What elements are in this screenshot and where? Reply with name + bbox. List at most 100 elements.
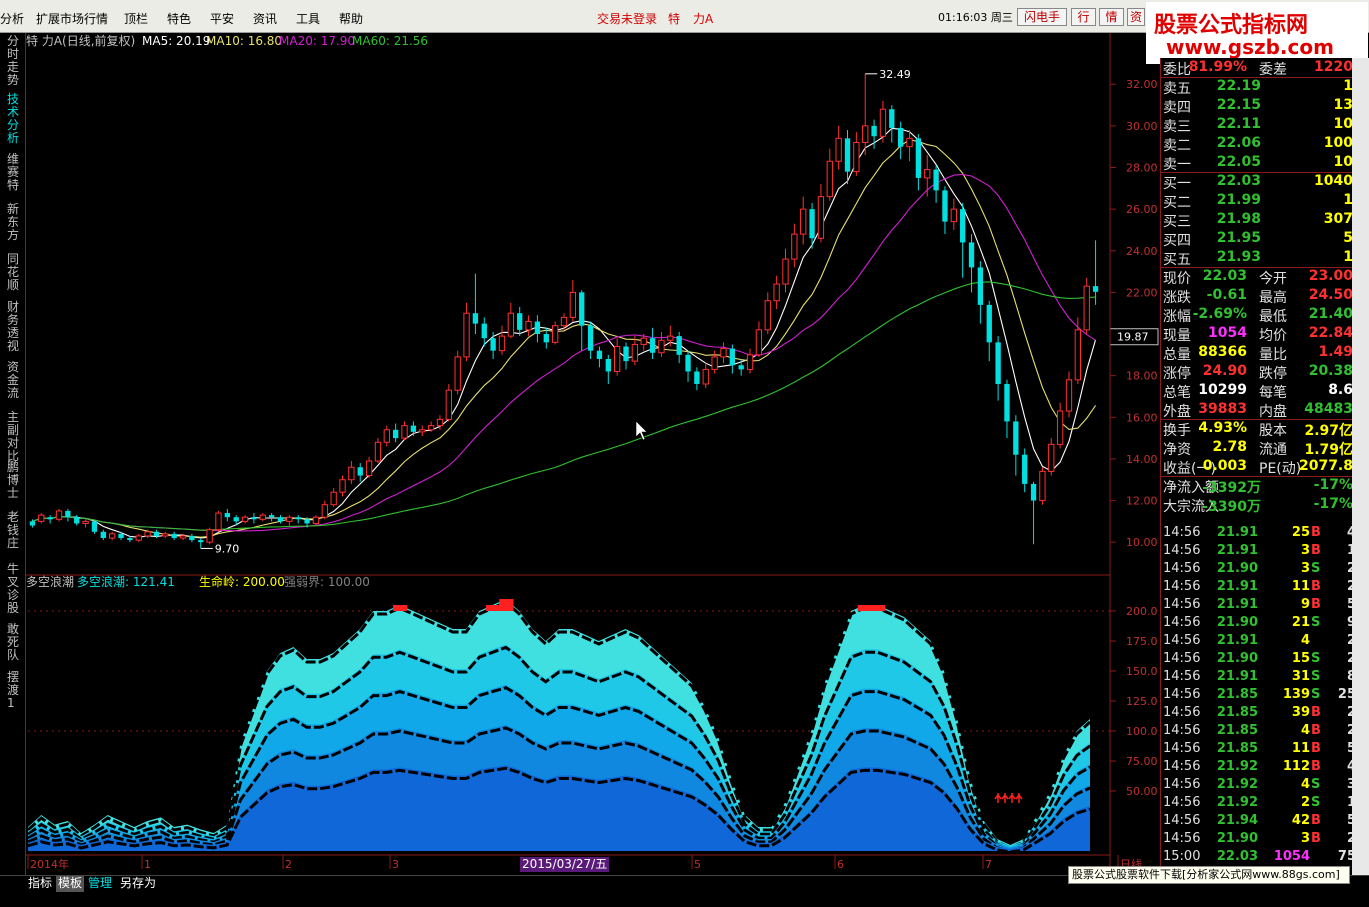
tick-side: B <box>1311 813 1321 828</box>
footer-ad[interactable]: 股票公式股票软件下载[分析家公式网www.88gs.com] <box>1068 866 1350 884</box>
quote-button[interactable]: 行 <box>1071 8 1096 26</box>
side-tab[interactable]: 财务透视 <box>7 301 23 353</box>
candle-body <box>153 531 160 536</box>
cursor-date-label: 2015/03/27/五 <box>520 857 610 872</box>
side-tab[interactable]: 资金流 <box>7 361 23 400</box>
side-tab[interactable]: 敢死队 <box>7 623 23 662</box>
menu-help[interactable]: 帮助 <box>339 10 363 27</box>
wave-peak-cap <box>857 605 872 611</box>
quote-key: 现价 <box>1163 271 1191 287</box>
side-tab[interactable]: 摆渡1 <box>7 671 23 710</box>
tab-template[interactable]: 模板 <box>56 876 85 892</box>
kline-chart[interactable]: 32.49 9.70 32.00 30.00 28.00 26.00 24.00 22.00… <box>0 33 1160 875</box>
quote-key: 卖三 <box>1163 119 1191 135</box>
candle <box>782 248 789 293</box>
side-tab[interactable]: 维赛特 <box>7 153 23 192</box>
price-tick-label: 12.00 <box>1126 495 1158 508</box>
tick-row: 15:00 22.03 1054 75 <box>1161 848 1369 866</box>
tick-row: 14:5621.903S2 <box>1161 560 1369 578</box>
tick-row: 14:5621.922S1 <box>1161 794 1369 812</box>
candle <box>613 338 621 376</box>
candle <box>348 461 355 484</box>
tick-side: S <box>1311 651 1321 666</box>
quote-value-2: 1040 <box>1314 173 1353 189</box>
candle <box>445 383 452 422</box>
side-tab[interactable]: 主副对比 <box>7 411 23 463</box>
menu-pingan[interactable]: 平安 <box>210 10 234 27</box>
quote-row: 总量 88366 量比 1.49 <box>1161 343 1357 363</box>
tick-row: 14:5621.919B5 <box>1161 596 1369 614</box>
candle-body <box>251 517 257 520</box>
candle-body <box>1065 379 1073 412</box>
quote-key-2: 委差 <box>1259 62 1287 78</box>
menu-features[interactable]: 特色 <box>167 10 191 27</box>
tick-row: 14:5621.903B2 <box>1161 830 1369 848</box>
life-ridge-label: 生命岭: 200.00 <box>199 574 285 589</box>
side-tab[interactable]: 同花顺 <box>7 253 23 292</box>
tab-manage[interactable]: 管理 <box>86 876 114 892</box>
tick-price: 21.90 <box>1216 831 1258 846</box>
side-tab[interactable]: 分时走势 <box>7 35 23 87</box>
tick-volume: 9 <box>1300 597 1310 612</box>
side-tab[interactable]: 新东方 <box>7 203 23 242</box>
quote-value-2: 23.00 <box>1308 268 1353 284</box>
quote-key-2: 最高 <box>1259 290 1287 306</box>
high-marker-label: 32.49 <box>879 68 911 81</box>
candle <box>109 531 116 541</box>
tick-row: 14:5621.9125B4 <box>1161 524 1369 542</box>
quote-key: 总量 <box>1163 347 1191 363</box>
candle <box>694 367 700 391</box>
tick-price: 21.85 <box>1216 705 1258 720</box>
tick-price: 21.91 <box>1216 525 1258 540</box>
candle-body <box>702 368 709 385</box>
tick-price: 21.91 <box>1216 597 1258 612</box>
quote-row: 卖四 22.15 13 <box>1161 96 1357 116</box>
candle <box>569 279 577 322</box>
tick-row: 14:56 21.85 139 S 25 <box>1161 686 1369 704</box>
candle <box>729 344 735 374</box>
quote-value-2: 13 <box>1333 97 1353 113</box>
tick-price: 21.92 <box>1216 759 1258 774</box>
candle-body <box>613 346 621 372</box>
ma20-line <box>32 173 1096 532</box>
market-button[interactable]: 情 <box>1099 8 1124 26</box>
tick-time: 14:56 <box>1163 525 1201 540</box>
quote-value: -0.61 <box>1206 287 1247 303</box>
candle-body <box>215 512 222 531</box>
tick-price: 21.94 <box>1216 813 1258 828</box>
side-tab[interactable]: 技术分析 <box>7 93 23 145</box>
quote-key: 现量 <box>1163 328 1191 344</box>
tick-volume: 112 <box>1282 759 1310 774</box>
tick-price: 21.91 <box>1216 669 1258 684</box>
ma20-label: MA20: 17.90 <box>279 34 355 48</box>
candle-body <box>1083 285 1090 331</box>
menu-top-bar[interactable]: 顶栏 <box>124 10 148 27</box>
quote-value: 39883 <box>1198 401 1247 417</box>
candle <box>853 132 860 176</box>
tick-volume: 139 <box>1282 687 1310 702</box>
flash-trade-button[interactable]: 闪电手 <box>1017 8 1067 26</box>
menu-analysis[interactable]: 分析 <box>0 10 24 27</box>
candle-body <box>91 521 98 532</box>
candle-body <box>933 169 939 191</box>
quote-row: 涨停 24.90 跌停 20.38 <box>1161 362 1357 382</box>
side-tab[interactable]: 鹏博士 <box>7 461 23 500</box>
tab-save-as[interactable]: 另存为 <box>118 876 158 892</box>
menu-extended-market[interactable]: 扩展市场行情 <box>36 10 108 27</box>
tab-indicator[interactable]: 指标 <box>26 876 54 892</box>
menu-tools[interactable]: 工具 <box>296 10 320 27</box>
candle-body <box>463 312 470 358</box>
candle <box>38 513 45 524</box>
candle <box>171 531 177 541</box>
side-tab[interactable]: 牛叉诊股 <box>7 563 23 615</box>
candle-body <box>809 209 815 239</box>
right-scrollbar[interactable] <box>1352 58 1369 875</box>
menu-news[interactable]: 资讯 <box>253 10 277 27</box>
info-button[interactable]: 资 <box>1127 8 1145 26</box>
candle-body <box>427 425 435 431</box>
candle <box>534 315 541 343</box>
candle <box>251 513 257 524</box>
trade-login-status[interactable]: 交易未登录 <box>597 10 657 27</box>
quote-row: 现价 22.03 今开 23.00 <box>1161 267 1357 287</box>
side-tab[interactable]: 老钱庄 <box>7 511 23 550</box>
